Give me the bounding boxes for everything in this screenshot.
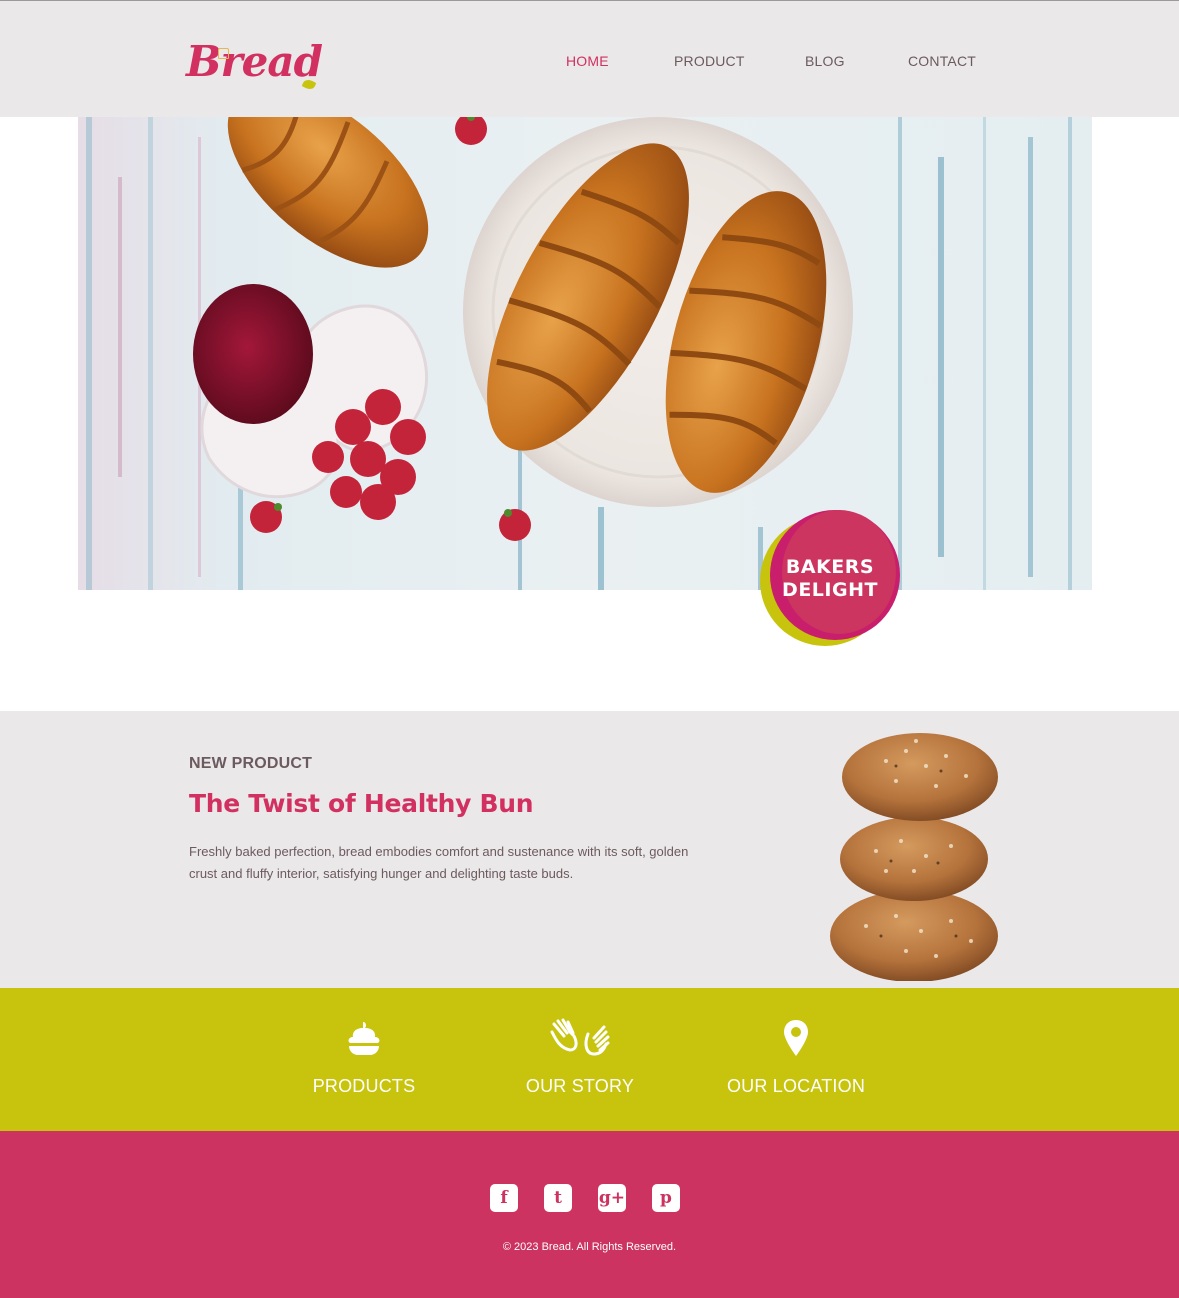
google-plus-glyph: g+ (598, 1188, 626, 1208)
logo-toast-icon (218, 48, 229, 59)
nav-blog[interactable]: BLOG (805, 53, 845, 69)
cupcake-icon (348, 1022, 380, 1055)
twitter-icon[interactable]: t (544, 1184, 572, 1212)
facebook-icon[interactable]: f (490, 1184, 518, 1212)
pinterest-glyph: p (660, 1188, 672, 1208)
hands-icon (550, 1018, 610, 1056)
badge-line1: BAKERS (785, 556, 875, 578)
badge-text: BAKERS DELIGHT (770, 556, 890, 602)
twitter-glyph: t (554, 1188, 562, 1208)
hero-image (78, 117, 1092, 590)
feature-products-label: PRODUCTS (312, 1076, 416, 1096)
feature-products[interactable]: PRODUCTS (264, 1018, 464, 1097)
new-product-eyebrow: NEW PRODUCT (189, 755, 313, 772)
feature-our-story[interactable]: OUR STORY (480, 1018, 680, 1097)
bakers-delight-badge: BAKERS DELIGHT (760, 510, 900, 646)
nav-home[interactable]: HOME (566, 53, 609, 69)
new-product-description: Freshly baked perfection, bread embodies… (189, 844, 689, 881)
site-footer: f t g+ p © 2023 Bread. All Rights Reserv… (0, 1131, 1179, 1298)
badge-line2: DELIGHT (782, 579, 878, 601)
pinterest-icon[interactable]: p (652, 1184, 680, 1212)
copyright-text: © 2023 Bread. All Rights Reserved. (502, 1241, 677, 1253)
stacked-buns-image (830, 733, 998, 981)
feature-our-location-label: OUR LOCATION (726, 1076, 866, 1096)
croissant-photo (78, 117, 1092, 590)
feature-our-story-label: OUR STORY (525, 1076, 635, 1096)
nav-contact[interactable]: CONTACT (908, 53, 976, 69)
logo[interactable]: Bread (186, 41, 323, 83)
location-pin-icon (784, 1020, 808, 1056)
site-header: Bread HOME PRODUCT BLOG CONTACT (0, 0, 1179, 117)
google-plus-icon[interactable]: g+ (598, 1184, 626, 1212)
new-product-section: NEW PRODUCT The Twist of Healthy Bun Fre… (0, 711, 1179, 988)
feature-our-location[interactable]: OUR LOCATION (696, 1018, 896, 1097)
feature-bar: PRODUCTS OUR STORY OUR LOCATION (0, 988, 1179, 1131)
new-product-title: The Twist of Healthy Bun (189, 789, 534, 818)
facebook-glyph: f (500, 1188, 508, 1208)
nav-product[interactable]: PRODUCT (674, 53, 745, 69)
